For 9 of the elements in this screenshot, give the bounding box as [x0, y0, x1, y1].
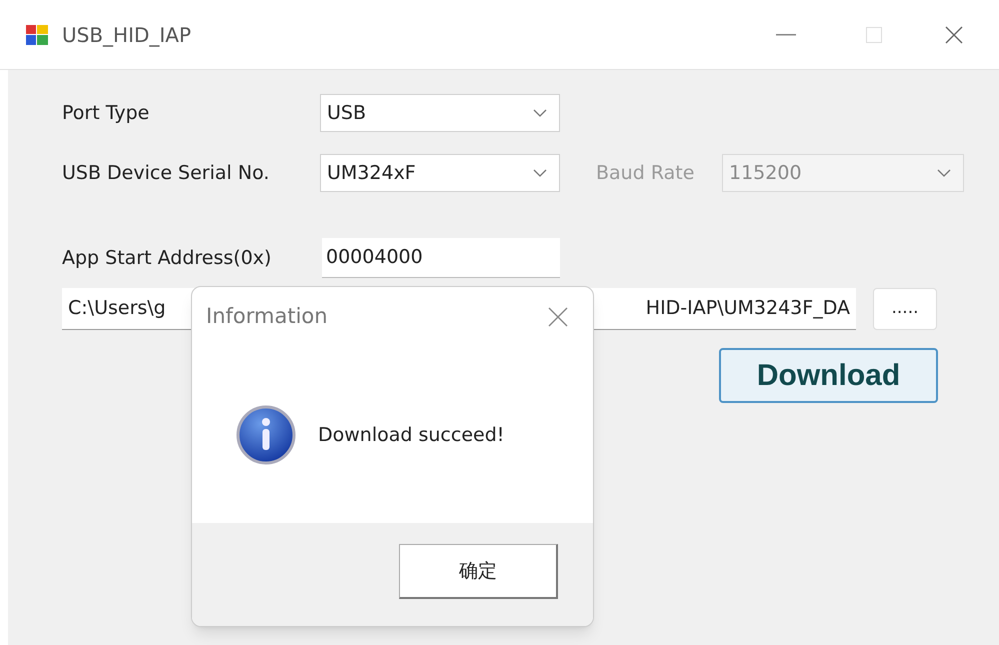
- dialog-message: Download succeed!: [318, 422, 504, 448]
- field-label: App Start Address(0x): [62, 246, 272, 271]
- window-title: USB_HID_IAP: [62, 22, 192, 49]
- path-text: HID-IAP\UM3243F_DA: [646, 296, 850, 322]
- field-label: Baud Rate: [596, 160, 696, 186]
- field-label: Port Type: [62, 100, 150, 126]
- path-text: C:\Users\g: [68, 296, 166, 322]
- dialog-title: Information: [206, 303, 328, 330]
- field-label: USB Device Serial No.: [62, 160, 270, 186]
